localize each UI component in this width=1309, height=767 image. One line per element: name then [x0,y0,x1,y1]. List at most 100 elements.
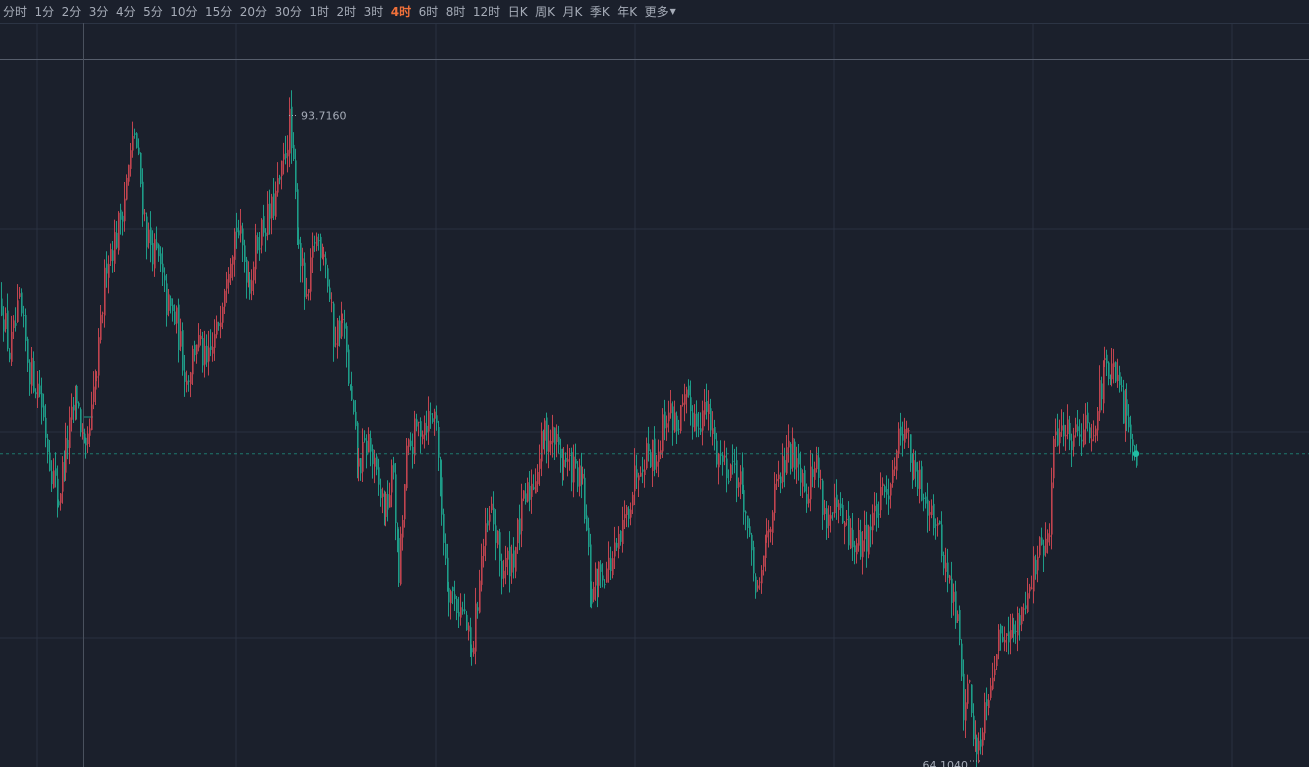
candle-body [527,482,529,502]
candle-body [943,554,945,569]
candle-body [1031,587,1033,589]
candle-body [567,459,569,462]
candle-body [19,293,21,297]
candle-body [249,279,251,294]
candle-body [965,702,967,721]
candle-body [586,515,588,531]
candle-body [915,462,917,472]
candle-body [253,266,255,281]
candle-body [648,443,650,452]
candle-body [1029,586,1031,592]
candle-body [818,457,820,478]
candle-body [162,263,164,273]
candle-body [780,476,782,484]
candle-body [51,471,53,485]
candle-body [116,232,118,248]
candle-body [232,256,234,265]
candle-body [616,542,618,548]
candle-body [718,453,720,468]
candle-body [376,456,378,470]
candle-body [312,245,314,258]
candle-body [1006,633,1008,637]
candle-body [921,466,923,501]
candle-body [186,380,188,385]
candle-body [724,455,726,458]
candle-body [988,700,990,708]
candle-body [923,497,925,500]
candle-body [840,503,842,509]
candle-body [5,313,7,330]
candle-body [1093,435,1095,437]
candle-body [1085,415,1087,429]
candle-body [1077,426,1079,432]
candle-body [344,323,346,329]
candle-body [1130,424,1132,439]
candle-body [120,209,122,220]
candle-body [569,454,571,456]
candle-body [1043,545,1045,556]
candle-body [118,212,120,251]
max-price-label: 93.7160 [301,110,347,123]
candle-body [166,283,168,315]
candle-body [265,232,267,237]
candle-body [487,520,489,526]
candle-body [868,526,870,555]
candle-body [1119,372,1121,386]
candle-body [222,306,224,323]
candle-body [726,458,728,479]
candle-body [27,338,29,363]
candle-body [757,585,759,589]
candlestick-chart[interactable]: 93.7160 64.1040 [0,0,1309,767]
candle-body [908,430,910,432]
candle-body [11,331,13,362]
candle-body [541,431,543,462]
candle-body [704,401,706,415]
candle-body [404,484,406,520]
candle-body [156,242,158,249]
candle-body [148,229,150,244]
candle-body [598,561,600,586]
candle-body [184,372,186,382]
candle-body [796,458,798,468]
candle-body [1035,559,1037,575]
candle-body [959,609,961,641]
candle-body [610,558,612,572]
candle-body [60,493,62,503]
candle-body [945,562,947,572]
candle-body [71,406,73,420]
candle-body [866,524,868,552]
candle-body [1075,424,1077,433]
candle-body [537,471,539,485]
candle-body [327,268,329,287]
candle-body [552,426,554,443]
candle-body [473,647,475,654]
candle-body [955,591,957,623]
candle-body [335,343,337,345]
candle-body [128,164,130,182]
candle-body [380,488,382,498]
candle-body [577,467,579,487]
candle-body [620,530,622,542]
candle-body [917,470,919,489]
candle-body [132,135,134,151]
candle-body [196,344,198,355]
candle-body [640,472,642,477]
candle-body [200,335,202,340]
candle-body [1017,612,1019,636]
candle-body [1091,439,1093,442]
candle-body [468,625,470,632]
candle-body [160,253,162,265]
candle-body [630,509,632,518]
candle-body [410,440,412,447]
candle-body [953,591,955,602]
candle-body [976,737,978,755]
candle-body [606,568,608,583]
candle-body [104,267,106,316]
candle-body [556,434,558,442]
candle-body [650,452,652,467]
candle-body [728,481,730,483]
candle-body [618,533,620,549]
candle-body [712,428,714,435]
candle-body [844,522,846,527]
candle-body [862,540,864,558]
